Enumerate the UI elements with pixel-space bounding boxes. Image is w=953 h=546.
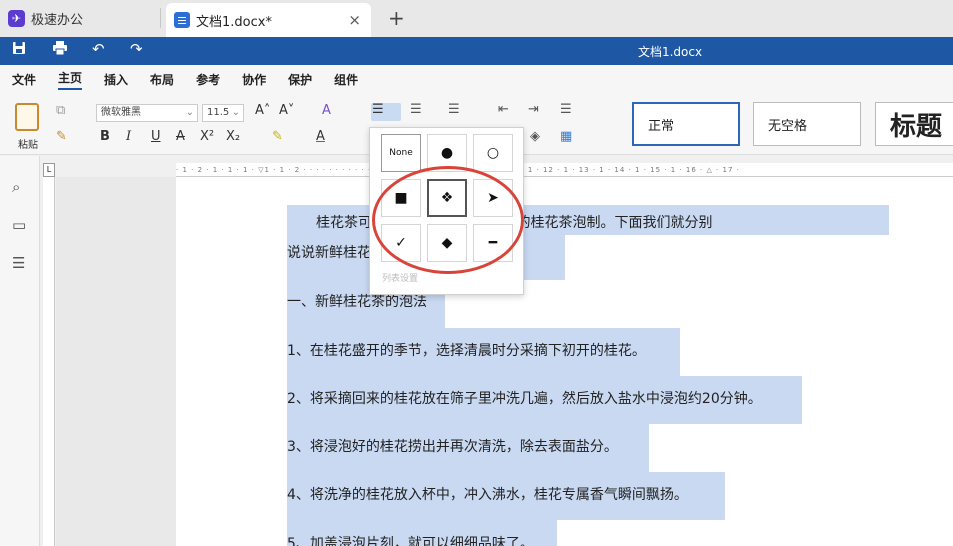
vertical-ruler[interactable] [43,177,55,546]
title-bar: ↶ ↷ 文档1.docx [0,37,953,65]
tab-stop-selector[interactable]: L [43,163,55,177]
bullet-style-dropdown: None ● ○ ■ ❖ ➤ ✓ ◆ ━ 列表设置 [369,127,524,295]
navigation-icon[interactable]: ☰ [12,254,25,272]
style-no-spacing-label: 无空格 [768,118,808,134]
multilevel-list-icon[interactable]: ☰ [448,102,460,117]
bullet-square-option[interactable]: ■ [381,179,421,217]
list-settings-link[interactable]: 列表设置 [382,271,418,284]
style-heading[interactable]: 标题 [875,102,953,146]
redo-icon[interactable]: ↷ [130,40,143,58]
search-icon[interactable]: ⌕ [12,178,20,196]
borders-icon[interactable]: ▦ [560,129,572,144]
menu-layout[interactable]: 布局 [150,71,174,88]
paragraph[interactable]: 3、将浸泡好的桂花捞出并再次清洗，除去表面盐分。 [287,436,618,456]
bullet-hollow-circle-option[interactable]: ○ [473,134,513,172]
shrink-font-button[interactable]: A˅ [279,103,294,118]
superscript-button[interactable]: X² [200,129,214,144]
print-icon[interactable] [52,41,68,59]
app-logo-icon: ✈ [8,10,25,27]
shading-icon[interactable]: ◈ [530,129,540,144]
bullet-dash-option[interactable]: ━ [473,224,513,262]
copy-icon[interactable]: ⧉ [56,103,65,118]
format-painter-icon[interactable]: ✎ [56,129,67,144]
clear-format-icon[interactable]: A [322,103,331,118]
document-icon [174,12,190,28]
paste-icon[interactable] [15,103,39,131]
increase-indent-icon[interactable]: ⇥ [528,102,539,117]
menu-bar: 文件 主页 插入 布局 参考 协作 保护 组件 [0,65,953,93]
new-tab-button[interactable]: + [388,6,405,30]
close-tab-icon[interactable]: × [348,11,361,29]
paste-label: 粘贴 [18,140,38,151]
tab-divider [160,8,161,28]
font-family-select[interactable]: 微软雅黑 ⌄ [96,104,198,122]
chevron-down-icon: ⌄ [185,107,194,118]
horizontal-ruler[interactable]: · 1 · 2 · 1 · 1 · 1 · ▽1 · 1 · 2 · · · ·… [176,163,953,177]
paragraph[interactable]: 5、加盖浸泡片刻，就可以细细品味了。 [287,533,534,546]
font-size-select[interactable]: 11.5 ⌄ [202,104,244,122]
menu-file[interactable]: 文件 [12,71,36,88]
font-color-icon[interactable]: A [316,129,325,144]
window-title: 文档1.docx [637,45,703,59]
menu-home[interactable]: 主页 [58,69,83,90]
app-name: 极速办公 [31,13,84,28]
strikethrough-button[interactable]: A [176,129,185,144]
bullet-none-option[interactable]: None [381,134,421,172]
bullet-diamond-option[interactable]: ◆ [427,224,467,262]
underline-button[interactable]: U [151,129,161,144]
paragraph[interactable]: 2、将采摘回来的桂花放在筛子里冲洗几遍，然后放入盐水中浸泡约20分钟。 [287,388,762,408]
style-no-spacing[interactable]: 无空格 [753,102,861,146]
style-heading-label: 标题 [890,111,943,142]
left-side-panel: ⌕ ▭ ☰ [0,156,40,546]
save-icon[interactable] [12,41,26,59]
font-size-value: 11.5 [207,107,230,118]
menu-protect[interactable]: 保护 [288,71,312,88]
document-tab-label: 文档1.docx* [196,14,272,30]
bullet-diamond-cluster-option[interactable]: ❖ [427,179,467,217]
subscript-button[interactable]: X₂ [226,129,240,144]
line-spacing-icon[interactable]: ☰ [560,102,572,117]
document-tab[interactable]: 文档1.docx* × [166,3,371,37]
bullet-checkmark-option[interactable]: ✓ [381,224,421,262]
bullet-arrow-option[interactable]: ➤ [473,179,513,217]
style-normal-label: 正常 [648,118,675,134]
menu-references[interactable]: 参考 [196,71,220,88]
paragraph[interactable]: 1、在桂花盛开的季节，选择清晨时分采摘下初开的桂花。 [287,340,646,360]
numbered-list-icon[interactable]: ☰ [410,102,422,117]
grow-font-button[interactable]: A˄ [255,103,270,118]
menu-components[interactable]: 组件 [334,71,358,88]
menu-collaborate[interactable]: 协作 [242,71,266,88]
paragraph[interactable]: 4、将洗净的桂花放入杯中，冲入沸水，桂花专属香气瞬间飘扬。 [287,484,688,504]
style-normal[interactable]: 正常 [632,102,740,146]
bullet-list-icon[interactable]: ☰ [372,102,384,117]
document-page[interactable]: 桂花茶可 也可以用晒干的制作好的桂花茶泡制。下面我们就分别 说说新鲜桂花 泡。 … [176,177,953,546]
font-family-value: 微软雅黑 [101,107,141,118]
bullet-filled-circle-option[interactable]: ● [427,134,467,172]
italic-button[interactable]: I [126,129,131,144]
menu-insert[interactable]: 插入 [104,71,128,88]
bold-button[interactable]: B [100,129,110,144]
undo-icon[interactable]: ↶ [92,40,105,58]
app-tab[interactable]: ✈ 极速办公 [8,6,83,31]
highlight-color-icon[interactable]: ✎ [272,129,283,144]
decrease-indent-icon[interactable]: ⇤ [498,102,509,117]
comment-icon[interactable]: ▭ [12,216,26,234]
chevron-down-icon: ⌄ [231,107,240,118]
tab-bar: ✈ 极速办公 文档1.docx* × + [0,0,953,37]
